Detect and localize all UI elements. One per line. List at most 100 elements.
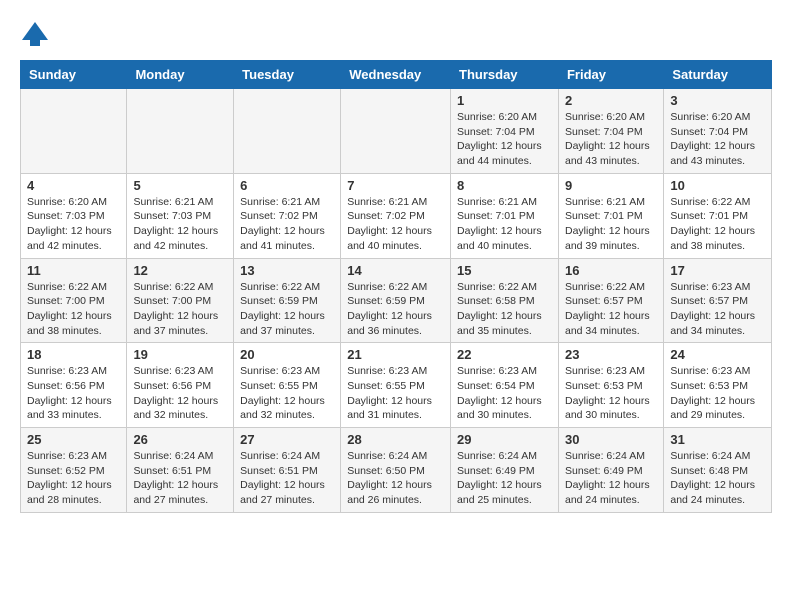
calendar-cell: 10Sunrise: 6:22 AM Sunset: 7:01 PM Dayli… — [664, 173, 772, 258]
day-info: Sunrise: 6:24 AM Sunset: 6:51 PM Dayligh… — [133, 449, 227, 508]
day-number: 20 — [240, 347, 334, 362]
day-info: Sunrise: 6:23 AM Sunset: 6:56 PM Dayligh… — [133, 364, 227, 423]
header-friday: Friday — [558, 61, 663, 89]
day-number: 12 — [133, 263, 227, 278]
calendar-cell — [341, 89, 451, 174]
calendar-cell: 31 Sunrise: 6:24 AM Sunset: 6:48 PM Dayli… — [664, 428, 772, 513]
calendar-cell: 12 Sunrise: 6:22 AM Sunset: 7:00 PM Dayli… — [127, 258, 234, 343]
header-monday: Monday — [127, 61, 234, 89]
page-header — [20, 20, 772, 50]
day-number: 7 — [347, 178, 444, 193]
day-info: Sunrise: 6:20 AM Sunset: 7:03 PM Dayligh… — [27, 195, 120, 254]
day-info: Sunrise: 6:23 AM Sunset: 6:53 PM Dayligh… — [565, 364, 657, 423]
day-number: 19 — [133, 347, 227, 362]
day-number: 26 — [133, 432, 227, 447]
day-number: 15 — [457, 263, 552, 278]
calendar-cell: 4 Sunrise: 6:20 AM Sunset: 7:03 PM Daylig… — [21, 173, 127, 258]
calendar-cell: 6 Sunrise: 6:21 AM Sunset: 7:02 PM Daylig… — [234, 173, 341, 258]
calendar-cell — [234, 89, 341, 174]
calendar-cell: 16 Sunrise: 6:22 AM Sunset: 6:57 PM Dayli… — [558, 258, 663, 343]
day-number: 6 — [240, 178, 334, 193]
day-number: 11 — [27, 263, 120, 278]
day-number: 23 — [565, 347, 657, 362]
calendar-cell: 13Sunrise: 6:22 AM Sunset: 6:59 PM Dayli… — [234, 258, 341, 343]
calendar-cell: 22Sunrise: 6:23 AM Sunset: 6:54 PM Dayli… — [451, 343, 559, 428]
day-info: Sunrise: 6:24 AM Sunset: 6:48 PM Dayligh… — [670, 449, 765, 508]
day-number: 1 — [457, 93, 552, 108]
calendar-cell: 11 Sunrise: 6:22 AM Sunset: 7:00 PM Dayli… — [21, 258, 127, 343]
calendar-cell: 27 Sunrise: 6:24 AM Sunset: 6:51 PM Dayli… — [234, 428, 341, 513]
day-info: Sunrise: 6:21 AM Sunset: 7:02 PM Dayligh… — [240, 195, 334, 254]
day-number: 16 — [565, 263, 657, 278]
day-number: 13 — [240, 263, 334, 278]
calendar-cell: 15Sunrise: 6:22 AM Sunset: 6:58 PM Dayli… — [451, 258, 559, 343]
week-row-1: 1 Sunrise: 6:20 AM Sunset: 7:04 PM Daylig… — [21, 89, 772, 174]
day-info: Sunrise: 6:24 AM Sunset: 6:49 PM Dayligh… — [565, 449, 657, 508]
calendar-cell: 30 Sunrise: 6:24 AM Sunset: 6:49 PM Dayli… — [558, 428, 663, 513]
calendar-cell: 7 Sunrise: 6:21 AM Sunset: 7:02 PM Daylig… — [341, 173, 451, 258]
calendar-cell — [21, 89, 127, 174]
header-thursday: Thursday — [451, 61, 559, 89]
day-number: 8 — [457, 178, 552, 193]
calendar-cell: 26 Sunrise: 6:24 AM Sunset: 6:51 PM Dayli… — [127, 428, 234, 513]
day-info: Sunrise: 6:23 AM Sunset: 6:55 PM Dayligh… — [240, 364, 334, 423]
day-info: Sunrise: 6:24 AM Sunset: 6:51 PM Dayligh… — [240, 449, 334, 508]
calendar-cell: 24 Sunrise: 6:23 AM Sunset: 6:53 PM Dayli… — [664, 343, 772, 428]
day-info: Sunrise: 6:20 AM Sunset: 7:04 PM Dayligh… — [670, 110, 765, 169]
day-info: Sunrise: 6:20 AM Sunset: 7:04 PM Dayligh… — [565, 110, 657, 169]
day-info: Sunrise: 6:22 AM Sunset: 7:00 PM Dayligh… — [133, 280, 227, 339]
day-number: 10 — [670, 178, 765, 193]
day-number: 31 — [670, 432, 765, 447]
day-number: 29 — [457, 432, 552, 447]
day-number: 25 — [27, 432, 120, 447]
header-saturday: Saturday — [664, 61, 772, 89]
weekday-header-row: SundayMondayTuesdayWednesdayThursdayFrid… — [21, 61, 772, 89]
day-number: 5 — [133, 178, 227, 193]
week-row-2: 4 Sunrise: 6:20 AM Sunset: 7:03 PM Daylig… — [21, 173, 772, 258]
header-tuesday: Tuesday — [234, 61, 341, 89]
week-row-5: 25 Sunrise: 6:23 AM Sunset: 6:52 PM Dayli… — [21, 428, 772, 513]
calendar-cell: 20 Sunrise: 6:23 AM Sunset: 6:55 PM Dayli… — [234, 343, 341, 428]
day-number: 24 — [670, 347, 765, 362]
header-wednesday: Wednesday — [341, 61, 451, 89]
day-info: Sunrise: 6:24 AM Sunset: 6:50 PM Dayligh… — [347, 449, 444, 508]
day-info: Sunrise: 6:22 AM Sunset: 6:57 PM Dayligh… — [565, 280, 657, 339]
calendar-cell: 28 Sunrise: 6:24 AM Sunset: 6:50 PM Dayli… — [341, 428, 451, 513]
day-number: 4 — [27, 178, 120, 193]
calendar-cell: 29 Sunrise: 6:24 AM Sunset: 6:49 PM Dayli… — [451, 428, 559, 513]
day-number: 28 — [347, 432, 444, 447]
calendar-cell: 3Sunrise: 6:20 AM Sunset: 7:04 PM Daylig… — [664, 89, 772, 174]
day-info: Sunrise: 6:21 AM Sunset: 7:03 PM Dayligh… — [133, 195, 227, 254]
day-number: 2 — [565, 93, 657, 108]
day-number: 21 — [347, 347, 444, 362]
day-number: 30 — [565, 432, 657, 447]
calendar-cell: 18 Sunrise: 6:23 AM Sunset: 6:56 PM Dayli… — [21, 343, 127, 428]
day-info: Sunrise: 6:22 AM Sunset: 7:00 PM Dayligh… — [27, 280, 120, 339]
calendar-cell: 25 Sunrise: 6:23 AM Sunset: 6:52 PM Dayli… — [21, 428, 127, 513]
calendar-cell — [127, 89, 234, 174]
day-info: Sunrise: 6:23 AM Sunset: 6:57 PM Dayligh… — [670, 280, 765, 339]
calendar-cell: 8 Sunrise: 6:21 AM Sunset: 7:01 PM Daylig… — [451, 173, 559, 258]
day-info: Sunrise: 6:20 AM Sunset: 7:04 PM Dayligh… — [457, 110, 552, 169]
day-number: 27 — [240, 432, 334, 447]
day-number: 14 — [347, 263, 444, 278]
week-row-4: 18 Sunrise: 6:23 AM Sunset: 6:56 PM Dayli… — [21, 343, 772, 428]
day-info: Sunrise: 6:24 AM Sunset: 6:49 PM Dayligh… — [457, 449, 552, 508]
calendar-cell: 14 Sunrise: 6:22 AM Sunset: 6:59 PM Dayli… — [341, 258, 451, 343]
day-number: 18 — [27, 347, 120, 362]
day-info: Sunrise: 6:21 AM Sunset: 7:02 PM Dayligh… — [347, 195, 444, 254]
day-info: Sunrise: 6:23 AM Sunset: 6:54 PM Dayligh… — [457, 364, 552, 423]
calendar-cell: 5 Sunrise: 6:21 AM Sunset: 7:03 PM Daylig… — [127, 173, 234, 258]
day-info: Sunrise: 6:22 AM Sunset: 6:59 PM Dayligh… — [347, 280, 444, 339]
calendar-cell: 23 Sunrise: 6:23 AM Sunset: 6:53 PM Dayli… — [558, 343, 663, 428]
day-info: Sunrise: 6:23 AM Sunset: 6:56 PM Dayligh… — [27, 364, 120, 423]
day-info: Sunrise: 6:23 AM Sunset: 6:52 PM Dayligh… — [27, 449, 120, 508]
calendar-cell: 1 Sunrise: 6:20 AM Sunset: 7:04 PM Daylig… — [451, 89, 559, 174]
calendar-cell: 21Sunrise: 6:23 AM Sunset: 6:55 PM Dayli… — [341, 343, 451, 428]
day-info: Sunrise: 6:21 AM Sunset: 7:01 PM Dayligh… — [565, 195, 657, 254]
calendar-table: SundayMondayTuesdayWednesdayThursdayFrid… — [20, 60, 772, 513]
week-row-3: 11 Sunrise: 6:22 AM Sunset: 7:00 PM Dayli… — [21, 258, 772, 343]
day-info: Sunrise: 6:23 AM Sunset: 6:53 PM Dayligh… — [670, 364, 765, 423]
day-info: Sunrise: 6:21 AM Sunset: 7:01 PM Dayligh… — [457, 195, 552, 254]
day-number: 9 — [565, 178, 657, 193]
